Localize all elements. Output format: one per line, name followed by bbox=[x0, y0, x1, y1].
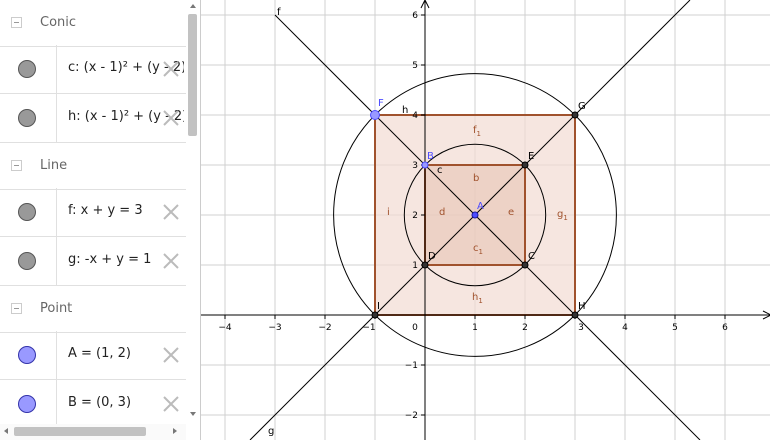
visibility-toggle[interactable] bbox=[0, 331, 57, 379]
horizontal-scrollbar-thumb[interactable] bbox=[14, 427, 146, 436]
vertical-scrollbar-thumb[interactable] bbox=[188, 14, 197, 136]
algebra-item-B[interactable]: B = (0, 3) bbox=[0, 380, 186, 424]
line-g-label[interactable]: g bbox=[268, 426, 274, 437]
y-tick-label: 4 bbox=[412, 111, 418, 121]
visibility-dot-icon[interactable] bbox=[18, 203, 36, 221]
delete-icon[interactable] bbox=[161, 345, 181, 365]
point-I-label[interactable]: I bbox=[377, 301, 380, 312]
algebra-view: Conic c: (x - 1)² + (y - 2)² = 2 h: (x -… bbox=[0, 0, 186, 424]
x-tick-label: 1 bbox=[472, 323, 478, 333]
scroll-down-arrow-icon[interactable] bbox=[188, 409, 198, 419]
collapse-icon[interactable] bbox=[11, 303, 22, 314]
group-label: Line bbox=[40, 158, 68, 173]
group-header-point[interactable]: Point bbox=[0, 286, 186, 333]
circle-c-label[interactable]: c bbox=[437, 165, 443, 176]
y-tick-label: 5 bbox=[412, 61, 418, 71]
y-tick-label: 1 bbox=[412, 261, 418, 271]
collapse-icon[interactable] bbox=[11, 160, 22, 171]
x-tick-label: −1 bbox=[362, 323, 375, 333]
y-tick-label: 3 bbox=[412, 161, 418, 171]
point-D-label[interactable]: D bbox=[428, 251, 436, 262]
point-F[interactable] bbox=[370, 110, 380, 120]
visibility-dot-icon[interactable] bbox=[18, 346, 36, 364]
point-E[interactable] bbox=[521, 161, 529, 169]
x-tick-label: 3 bbox=[578, 323, 584, 333]
delete-icon[interactable] bbox=[161, 251, 181, 271]
point-A[interactable] bbox=[471, 211, 479, 219]
scroll-up-arrow-icon[interactable] bbox=[188, 1, 198, 11]
visibility-toggle[interactable] bbox=[0, 188, 57, 236]
collapse-icon[interactable] bbox=[11, 17, 22, 28]
x-tick-label: 0 bbox=[412, 323, 418, 333]
visibility-dot-icon[interactable] bbox=[18, 60, 36, 78]
point-B[interactable] bbox=[421, 161, 429, 169]
scroll-right-arrow-icon[interactable] bbox=[170, 426, 180, 436]
y-tick-label: 6 bbox=[412, 11, 418, 21]
y-tick-label: −1 bbox=[405, 361, 418, 371]
x-tick-label: 4 bbox=[622, 323, 628, 333]
algebra-item-h[interactable]: h: (x - 1)² + (y - 2)² = 8 bbox=[0, 94, 186, 143]
point-E-label[interactable]: E bbox=[528, 151, 534, 162]
group-header-conic[interactable]: Conic bbox=[0, 0, 186, 47]
algebra-item-c[interactable]: c: (x - 1)² + (y - 2)² = 2 bbox=[0, 45, 186, 94]
point-C-label[interactable]: C bbox=[528, 251, 535, 262]
segment-i-label[interactable]: i bbox=[387, 207, 390, 218]
delete-icon[interactable] bbox=[161, 394, 181, 414]
point-H-label[interactable]: H bbox=[578, 301, 586, 312]
visibility-toggle[interactable] bbox=[0, 237, 57, 285]
graphics-view[interactable]: −4 −3 −2 −1 0 1 2 3 4 5 6 6 5 4 3 2 1 −1… bbox=[200, 0, 770, 440]
algebra-item-f[interactable]: f: x + y = 3 bbox=[0, 188, 186, 237]
x-tick-label: 2 bbox=[522, 323, 528, 333]
visibility-dot-icon[interactable] bbox=[18, 395, 36, 413]
x-tick-label: −2 bbox=[318, 323, 331, 333]
point-B-label[interactable]: B bbox=[427, 151, 434, 162]
visibility-dot-icon[interactable] bbox=[18, 252, 36, 270]
point-G-label[interactable]: G bbox=[578, 101, 586, 112]
delete-icon[interactable] bbox=[161, 108, 181, 128]
line-g[interactable] bbox=[249, 0, 691, 440]
visibility-toggle[interactable] bbox=[0, 380, 57, 424]
delete-icon[interactable] bbox=[161, 202, 181, 222]
group-header-line[interactable]: Line bbox=[0, 143, 186, 190]
point-G[interactable] bbox=[571, 111, 579, 119]
segment-d-label[interactable]: d bbox=[439, 207, 445, 218]
scroll-left-arrow-icon[interactable] bbox=[1, 426, 11, 436]
segment-e-label[interactable]: e bbox=[508, 207, 514, 218]
point-I[interactable] bbox=[371, 311, 379, 319]
x-tick-label: 5 bbox=[672, 323, 678, 333]
point-D[interactable] bbox=[421, 261, 429, 269]
point-F-label[interactable]: F bbox=[378, 98, 384, 109]
line-f-label[interactable]: f bbox=[277, 7, 281, 18]
circle-h-label[interactable]: h bbox=[402, 105, 408, 116]
visibility-toggle[interactable] bbox=[0, 45, 57, 93]
point-H[interactable] bbox=[571, 311, 579, 319]
group-label: Conic bbox=[40, 15, 77, 30]
point-C[interactable] bbox=[521, 261, 529, 269]
delete-icon[interactable] bbox=[161, 59, 181, 79]
segment-b-label[interactable]: b bbox=[473, 173, 479, 184]
line-f[interactable] bbox=[274, 14, 701, 440]
x-tick-label: 6 bbox=[722, 323, 728, 333]
graphics-canvas[interactable]: −4 −3 −2 −1 0 1 2 3 4 5 6 6 5 4 3 2 1 −1… bbox=[201, 0, 770, 440]
x-tick-label: −3 bbox=[268, 323, 281, 333]
y-tick-label: −2 bbox=[405, 411, 418, 421]
x-tick-label: −4 bbox=[218, 323, 232, 333]
point-A-label[interactable]: A bbox=[477, 201, 484, 212]
group-label: Point bbox=[40, 301, 73, 316]
y-tick-label: 2 bbox=[412, 211, 418, 221]
algebra-item-g[interactable]: g: -x + y = 1 bbox=[0, 237, 186, 286]
visibility-dot-icon[interactable] bbox=[18, 109, 36, 127]
visibility-toggle[interactable] bbox=[0, 94, 57, 142]
algebra-item-A[interactable]: A = (1, 2) bbox=[0, 331, 186, 380]
